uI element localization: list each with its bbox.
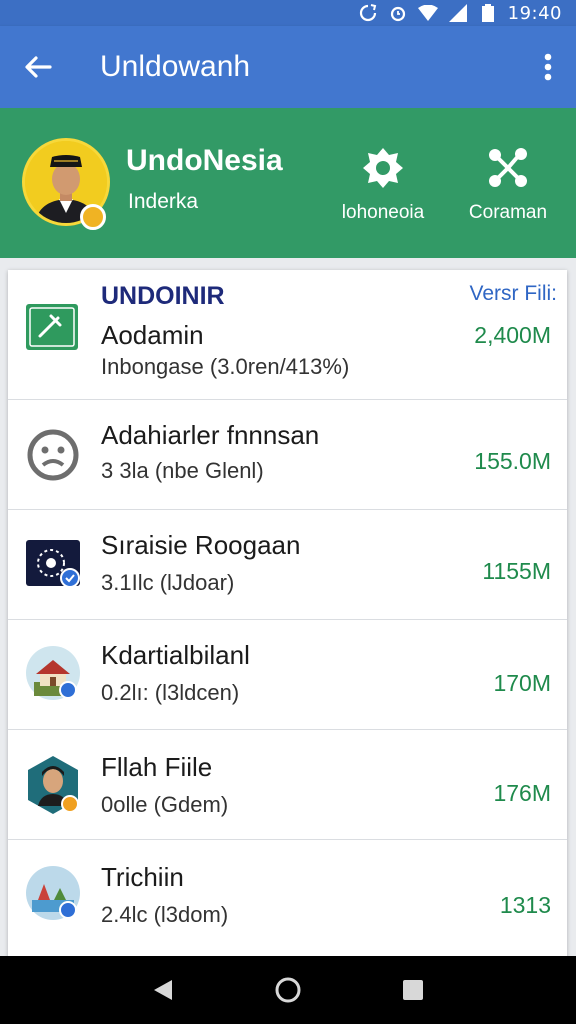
item-subtitle: 3 3la (nbe Glenl) [101,458,264,483]
system-nav-bar [0,956,576,1024]
item-size: 2,400M [474,322,551,348]
battery-icon [478,4,498,22]
triangle-back-icon [153,980,172,1000]
scene-app-icon [26,866,80,920]
dots-app-icon [26,540,80,588]
list-item[interactable]: Trichiin 2.4lc (l3dom) 1313 [8,840,567,950]
nav-recents-button[interactable] [393,970,433,1010]
list-item[interactable]: Fllah Fiile 0olle (Gdem) 176M [8,730,567,840]
list-item[interactable]: Sıraisie Roogaan 3.1Ilc (lJdoar) 1155M [8,510,567,620]
status-bar: 19:40 [0,0,576,26]
item-title: Kdartialbilanl [101,640,250,670]
app-title: Unldowanh [100,50,251,83]
nav-home-button[interactable] [268,970,308,1010]
profile-subtitle: Inderka [128,190,199,213]
portrait-app-icon [28,756,79,814]
wifi-icon [417,4,438,22]
downloads-card: Versr Fili: UNDOINIR Aodamin Inbongase (… [8,270,567,960]
nav-back-button[interactable] [143,970,183,1010]
settings-icon [363,148,403,188]
list-item[interactable]: UNDOINIR Aodamin Inbongase (3.0ren/413%)… [8,270,567,400]
item-title: Aodamin [101,320,204,350]
clock: 19:40 [507,2,562,24]
item-title: Sıraisie Roogaan [101,530,301,560]
item-size: 170M [493,670,551,696]
item-subtitle: 0olle (Gdem) [101,792,229,817]
square-recents-icon [403,980,424,1000]
verified-badge-icon [80,204,106,230]
item-subtitle: 3.1Ilc (lJdoar) [101,570,235,595]
item-size: 155.0M [474,448,551,474]
share-action-button[interactable]: Coraman [453,146,563,236]
item-title: Fllah Fiile [101,752,213,782]
item-size: 1155M [482,558,551,584]
app-bar: Unldowanh [0,26,576,108]
settings-action-button[interactable]: lohoneoia [328,146,438,236]
more-options-button[interactable] [520,26,576,108]
list-item[interactable]: Adahiarler fnnnsan 3 3la (nbe Glenl) 155… [8,400,567,510]
sync-icon [358,4,378,22]
profile-header: UndoNesia Inderka lohoneoia Coraman [0,108,576,258]
profile-name: UndoNesia [126,144,283,177]
item-subtitle: Inbongase (3.0ren/413%) [101,354,350,379]
back-button[interactable] [0,26,76,108]
item-size: 1313 [499,892,551,918]
alarm-icon [388,4,408,22]
share-action-label: Coraman [468,202,548,223]
arrow-back-icon [25,56,52,78]
item-size: 176M [493,780,551,806]
app-install-icon [26,304,78,350]
item-title: Trichiin [101,862,184,892]
share-icon [489,148,527,187]
item-title: Adahiarler fnnnsan [101,420,320,450]
circle-home-icon [275,977,301,1003]
signal-icon [448,4,468,22]
more-vert-icon [544,53,552,81]
list-item[interactable]: Kdartialbilanl 0.2lı: (l3ldcen) 170M [8,620,567,730]
house-app-icon [26,646,80,700]
settings-action-label: lohoneoia [341,202,425,223]
sad-face-icon [27,429,79,481]
item-subtitle: 2.4lc (l3dom) [101,902,229,927]
section-heading: UNDOINIR [101,282,225,310]
item-subtitle: 0.2lı: (l3ldcen) [101,680,240,705]
